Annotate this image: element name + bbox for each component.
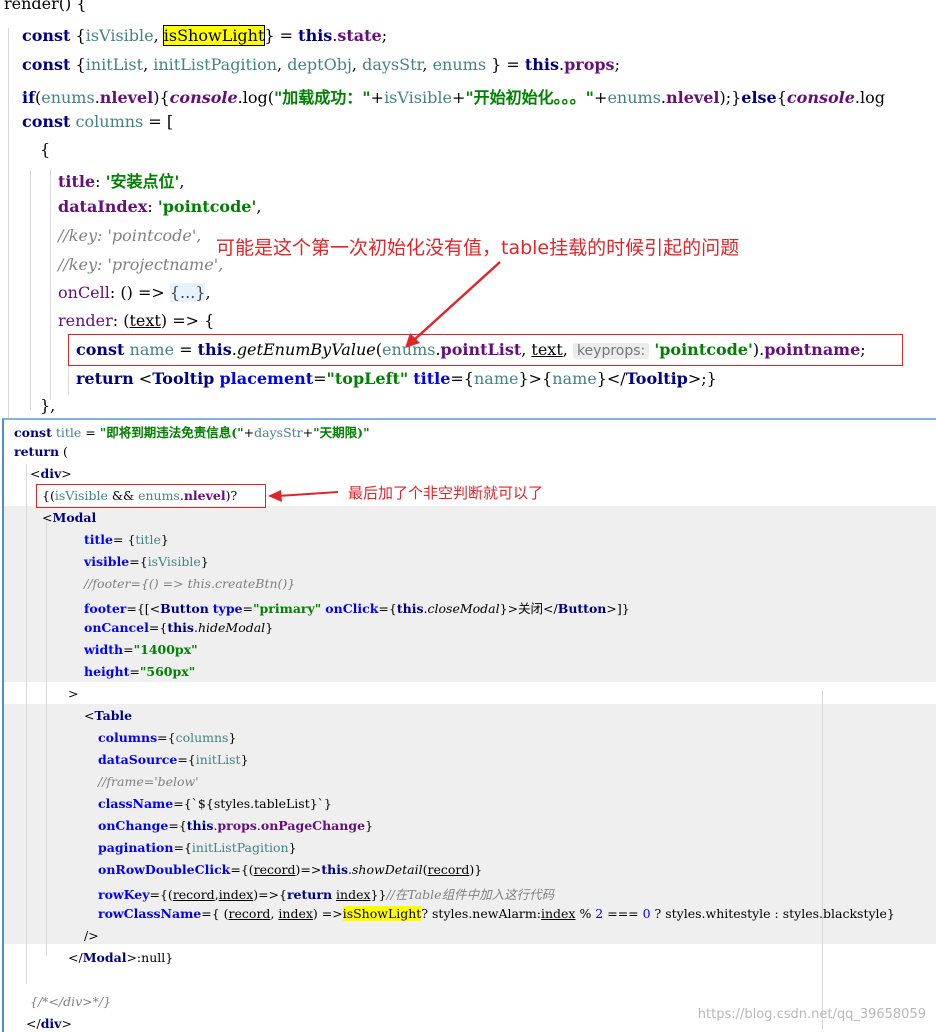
bottom-code-editor[interactable]: const title = "即将到期违法免责信息("+daysStr+"天期限…: [2, 418, 936, 1032]
watermark: https://blog.csdn.net/qq_39658059: [697, 1007, 926, 1022]
annotation-arrow: [405, 261, 501, 348]
annotation-arrow: [268, 490, 339, 502]
